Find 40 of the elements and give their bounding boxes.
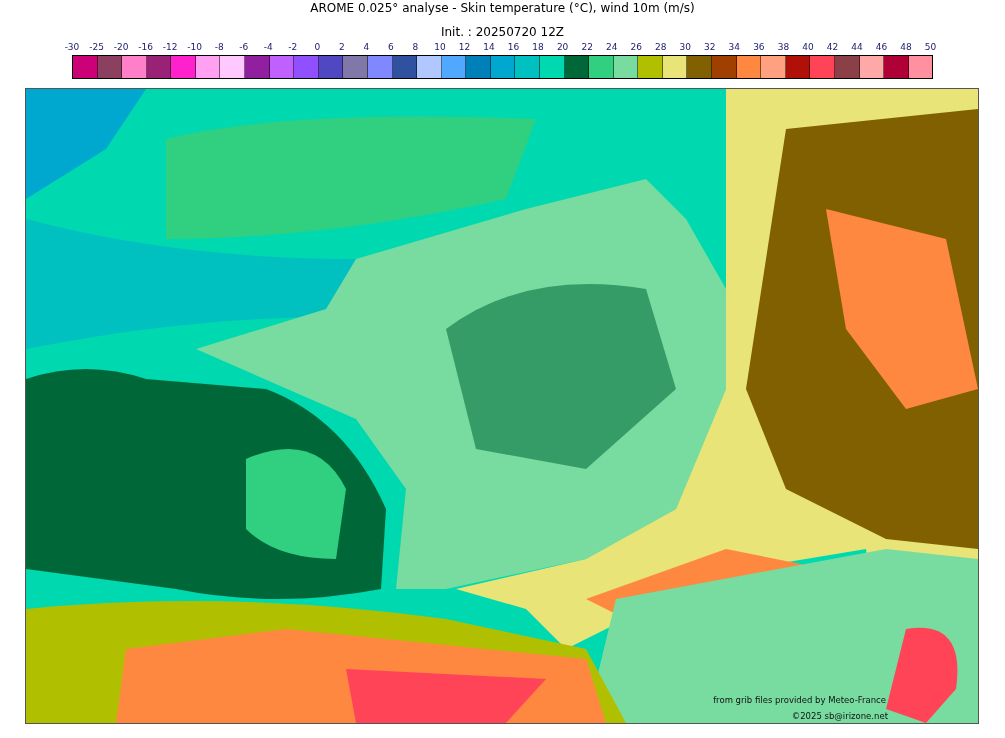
- scale-tick-label: 32: [703, 41, 717, 54]
- scale-tick-label: 4: [362, 41, 371, 54]
- scale-tick-label: -10: [186, 41, 203, 54]
- scale-tick-label: -2: [287, 41, 299, 54]
- scale-tick-label: 8: [411, 41, 420, 54]
- scale-tick-label: -30: [63, 41, 81, 54]
- scale-tick-label: 40: [801, 41, 815, 54]
- chart-title: AROME 0.025° analyse - Skin temperature (°C), wind 10m (m/s): [310, 1, 695, 16]
- scale-tick-label: 38: [776, 41, 791, 54]
- scale-tick-label: 6: [387, 41, 395, 54]
- chart-subtitle: Init. : 20250720 12Z: [440, 25, 565, 40]
- scale-tick-label: 22: [580, 41, 594, 54]
- scale-tick-label: -20: [112, 41, 130, 54]
- scale-tick-label: -12: [161, 41, 179, 54]
- scale-tick-label: 20: [555, 41, 570, 54]
- scale-tick-label: 2: [337, 41, 346, 54]
- scale-tick-label: 18: [531, 41, 545, 54]
- scale-tick-label: -6: [238, 41, 250, 54]
- copyright-text: ©2025 sb@irizone.net: [791, 711, 888, 721]
- scale-tick-label: -8: [213, 41, 225, 54]
- scale-tick-label: 46: [874, 41, 889, 54]
- scale-tick-label: 26: [629, 41, 643, 54]
- scale-tick-label: 42: [825, 41, 840, 54]
- scale-tick-label: 44: [850, 41, 864, 54]
- scale-tick-label: 12: [457, 41, 472, 54]
- scale-tick-label: 48: [899, 41, 913, 54]
- scale-tick-label: 36: [752, 41, 766, 54]
- scale-tick-label: -4: [262, 41, 274, 54]
- data-source-credit: from grib files provided by Meteo-France: [713, 695, 886, 705]
- scale-tick-label: 0: [313, 41, 322, 54]
- scale-tick-label: 50: [923, 41, 938, 54]
- scale-tick-label: -16: [137, 41, 154, 54]
- scale-tick-label: 34: [727, 41, 742, 54]
- scale-tick-label: 30: [678, 41, 692, 54]
- scale-tick-label: 10: [433, 41, 447, 54]
- scale-tick-label: 16: [506, 41, 521, 54]
- scale-tick-label: -25: [88, 41, 105, 54]
- scale-tick-label: 14: [482, 41, 496, 54]
- scale-tick-label: 28: [654, 41, 668, 54]
- scale-tick-label: 24: [604, 41, 619, 54]
